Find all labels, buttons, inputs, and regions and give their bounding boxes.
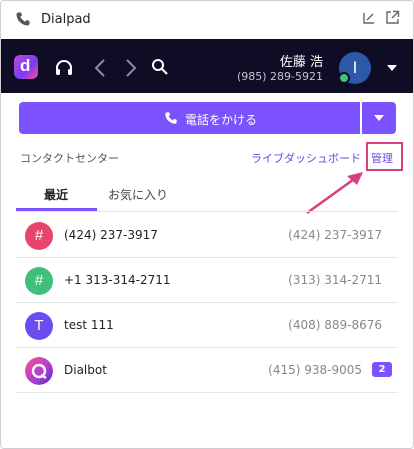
contact-number: (408) 889-8676 bbox=[288, 318, 382, 332]
contact-avatar: T bbox=[25, 312, 53, 340]
unread-count-badge: 2 bbox=[372, 362, 392, 377]
window-title: Dialpad bbox=[41, 12, 91, 27]
call-options-dropdown[interactable] bbox=[362, 102, 396, 134]
contact-name: (424) 237-3917 bbox=[64, 228, 158, 242]
contact-avatar: # bbox=[25, 222, 53, 250]
manage-link[interactable]: 管理 bbox=[371, 150, 393, 166]
contact-number: (313) 314-2711 bbox=[288, 273, 382, 287]
call-list-item[interactable]: # (424) 237-3917 (424) 237-3917 bbox=[16, 213, 398, 258]
phone-icon bbox=[165, 112, 177, 124]
phone-icon bbox=[16, 12, 30, 26]
contact-name: Dialbot bbox=[64, 363, 107, 377]
make-call-button[interactable]: 電話をかける bbox=[19, 102, 360, 134]
dialpad-window: Dialpad d 佐藤 浩 (985) 289-5921 I 電話をかける コ… bbox=[0, 0, 414, 449]
contact-number: (424) 237-3917 bbox=[288, 228, 382, 242]
logo-letter: d bbox=[20, 56, 31, 75]
live-dashboard-link[interactable]: ライブダッシュボード bbox=[251, 150, 361, 166]
call-list-item[interactable]: Dialbot (415) 938-9005 2 bbox=[16, 348, 398, 393]
contact-center-label: コンタクトセンター bbox=[20, 152, 119, 165]
annotation-arrow bbox=[306, 172, 363, 215]
app-header: d 佐藤 浩 (985) 289-5921 I bbox=[1, 39, 413, 93]
chevron-left-icon[interactable] bbox=[90, 57, 112, 79]
user-name: 佐藤 浩 bbox=[279, 55, 323, 70]
chevron-right-icon[interactable] bbox=[119, 57, 141, 79]
contact-name: test 111 bbox=[64, 318, 114, 332]
user-menu-caret-icon[interactable] bbox=[387, 65, 397, 71]
status-indicator bbox=[338, 72, 350, 84]
title-bar: Dialpad bbox=[1, 1, 413, 39]
chevron-down-icon bbox=[374, 115, 384, 121]
search-icon[interactable] bbox=[151, 58, 169, 76]
user-phone: (985) 289-5921 bbox=[236, 70, 323, 83]
popout-icon[interactable] bbox=[385, 10, 400, 25]
headset-icon[interactable] bbox=[53, 57, 75, 79]
contact-avatar: # bbox=[25, 267, 53, 295]
minimize-icon[interactable] bbox=[362, 11, 376, 25]
call-list-item[interactable]: # +1 313-314-2711 (313) 314-2711 bbox=[16, 258, 398, 303]
contact-name: +1 313-314-2711 bbox=[64, 273, 171, 287]
call-list-item[interactable]: T test 111 (408) 889-8676 bbox=[16, 303, 398, 348]
tab-recent[interactable]: 最近 bbox=[44, 186, 68, 203]
contact-number: (415) 938-9005 bbox=[268, 363, 362, 377]
dialbot-avatar-icon bbox=[25, 357, 53, 385]
make-call-label: 電話をかける bbox=[185, 113, 258, 127]
dialpad-logo[interactable]: d bbox=[14, 55, 38, 79]
tab-favorites[interactable]: お気に入り bbox=[108, 186, 168, 203]
tab-divider bbox=[16, 211, 398, 212]
